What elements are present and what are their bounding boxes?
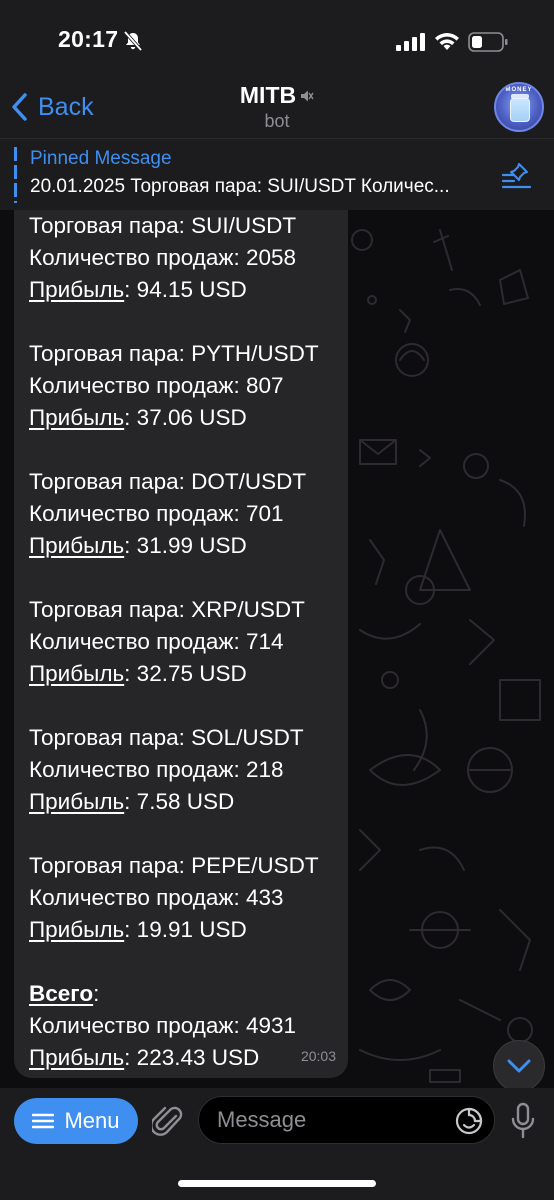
pinned-message-bar[interactable]: Pinned Message 20.01.2025 Торговая пара:… (0, 138, 554, 210)
input-bar: Menu (0, 1088, 554, 1200)
profit-value: : 37.06 USD (124, 405, 247, 430)
wifi-icon (435, 33, 459, 50)
pair-block: Торговая пара: XRP/USDT Количество прода… (29, 594, 334, 690)
profit-label: Прибыль (29, 405, 125, 430)
profit-line: Прибыль: 32.75 USD (29, 658, 334, 690)
battery-icon (468, 32, 508, 52)
chat-header: Back MITB bot MONEY (0, 80, 554, 138)
bot-avatar[interactable]: MONEY (494, 82, 544, 132)
status-bar: 20:17 (0, 0, 554, 80)
pinned-preview: 20.01.2025 Торговая пара: SUI/USDT Колич… (30, 176, 450, 197)
pair-block: Торговая пара: SUI/USDT Количество прода… (29, 210, 334, 306)
microphone-icon[interactable] (510, 1102, 536, 1140)
profit-value: : 7.58 USD (124, 789, 235, 814)
pair-line: Торговая пара: DOT/USDT (29, 469, 307, 494)
avatar-logo-text: MONEY (505, 87, 533, 93)
total-block: Всего: Количество продаж: 4931 Прибыль: … (29, 978, 334, 1074)
profit-line: Прибыль: 37.06 USD (29, 402, 334, 434)
message-bubble[interactable]: Торговая пара: SUI/USDT Количество прода… (14, 210, 348, 1078)
pair-block: Торговая пара: SOL/USDT Количество прода… (29, 722, 334, 818)
profit-label: Прибыль (29, 533, 125, 558)
sales-line: Количество продаж: 218 (29, 757, 284, 782)
scroll-down-button[interactable] (493, 1040, 545, 1088)
profit-label: Прибыль (29, 917, 125, 942)
cellular-signal-icon (396, 33, 425, 51)
chat-area[interactable]: Торговая пара: SUI/USDT Количество прода… (0, 210, 554, 1088)
profit-line: Прибыль: 31.99 USD (29, 530, 334, 562)
pinned-indicator (14, 147, 17, 203)
total-colon: : (93, 981, 100, 1006)
chat-title: MITB (239, 82, 297, 108)
menu-label: Menu (64, 1108, 120, 1133)
profit-value: : 19.91 USD (124, 917, 247, 942)
pair-line: Торговая пара: PEPE/USDT (29, 853, 319, 878)
profit-label: Прибыль (29, 789, 125, 814)
chevron-down-icon (507, 1059, 531, 1073)
sales-line: Количество продаж: 807 (29, 373, 284, 398)
paperclip-icon[interactable] (152, 1102, 184, 1140)
pair-line: Торговая пара: PYTH/USDT (29, 341, 319, 366)
status-time: 20:17 (58, 26, 119, 52)
profit-line: Прибыль: 94.15 USD (29, 274, 334, 306)
pair-line: Торговая пара: XRP/USDT (29, 597, 305, 622)
profit-label: Прибыль (29, 277, 125, 302)
profit-value: : 223.43 USD (124, 1045, 260, 1070)
total-profit-line: Прибыль: 223.43 USD (29, 1042, 334, 1074)
total-heading: Всего: (29, 978, 334, 1010)
profit-label: Прибыль (29, 1045, 125, 1070)
sales-line: Количество продаж: 714 (29, 629, 284, 654)
menu-button[interactable]: Menu (14, 1098, 138, 1144)
pair-line: Торговая пара: SUI/USDT (29, 213, 297, 238)
profit-value: : 32.75 USD (124, 661, 247, 686)
total-label: Всего (29, 981, 94, 1006)
sales-line: Количество продаж: 433 (29, 885, 284, 910)
profit-line: Прибыль: 7.58 USD (29, 786, 334, 818)
message-timestamp: 20:03 (300, 1048, 336, 1064)
sticker-icon[interactable] (455, 1107, 483, 1135)
pair-block: Торговая пара: PEPE/USDT Количество прод… (29, 850, 334, 946)
pair-block: Торговая пара: DOT/USDT Количество прода… (29, 466, 334, 562)
chat-subtitle: bot (264, 111, 290, 131)
profit-value: : 94.15 USD (124, 277, 247, 302)
total-sales-line: Количество продаж: 4931 (29, 1013, 297, 1038)
profit-value: : 31.99 USD (124, 533, 247, 558)
sales-line: Количество продаж: 701 (29, 501, 284, 526)
pin-list-icon[interactable] (502, 161, 532, 189)
muted-icon (301, 90, 314, 101)
profit-line: Прибыль: 19.91 USD (29, 914, 334, 946)
hamburger-icon (32, 1113, 55, 1129)
silent-mode-icon (123, 30, 143, 52)
pinned-title: Pinned Message (30, 148, 172, 169)
pair-line: Торговая пара: SOL/USDT (29, 725, 304, 750)
money-jar-icon (510, 98, 530, 122)
chat-title-area[interactable]: MITB bot (0, 82, 554, 132)
home-indicator (178, 1180, 376, 1187)
profit-label: Прибыль (29, 661, 125, 686)
pair-block: Торговая пара: PYTH/USDT Количество прод… (29, 338, 334, 434)
message-input[interactable] (198, 1096, 495, 1144)
sales-line: Количество продаж: 2058 (29, 245, 297, 270)
